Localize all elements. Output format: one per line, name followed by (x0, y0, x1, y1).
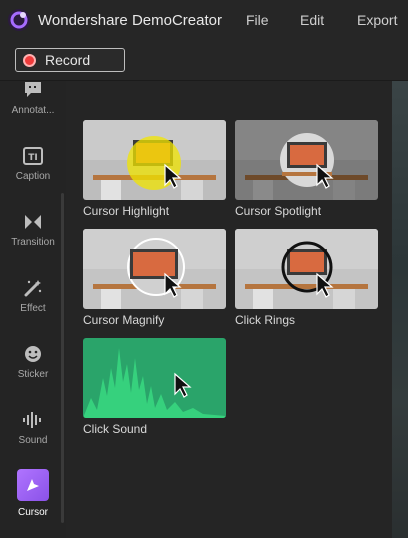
effect-label: Cursor Highlight (83, 204, 170, 218)
sidebar: Annotat... TI Caption Transition Effect (0, 81, 66, 538)
title-bar: Wondershare DemoCreator File Edit Export (0, 0, 408, 40)
transition-icon (25, 215, 41, 229)
sidebar-item-label: Annotat... (11, 105, 55, 116)
sidebar-item-sticker[interactable]: Sticker (0, 345, 66, 380)
effect-label: Cursor Spotlight (235, 204, 322, 218)
effect-click-rings-thumbnail[interactable] (235, 229, 378, 309)
sidebar-item-label: Cursor (17, 507, 48, 518)
sidebar-item-label: Sound (18, 435, 48, 446)
menu-file[interactable]: File (246, 12, 269, 28)
app-title: Wondershare DemoCreator (38, 12, 222, 29)
sidebar-item-label: Effect (20, 303, 46, 314)
sidebar-item-cursor[interactable]: Cursor (0, 469, 66, 518)
sidebar-item-sound[interactable]: Sound (0, 411, 66, 446)
record-label: Record (45, 52, 91, 68)
preview-edge (392, 81, 408, 538)
sound-wave-icon (23, 412, 41, 428)
effect-label: Click Rings (235, 313, 296, 327)
effect-wand-icon (24, 280, 42, 297)
effect-label: Cursor Magnify (83, 313, 165, 327)
effect-click-sound-thumbnail[interactable] (83, 338, 226, 418)
record-button[interactable]: Record (15, 48, 125, 72)
effect-cursor-magnify-thumbnail[interactable] (83, 229, 226, 309)
sidebar-item-label: Caption (15, 171, 51, 182)
democreator-logo-icon (8, 9, 30, 31)
toolbar: Record (0, 40, 408, 81)
sidebar-item-caption[interactable]: TI Caption (0, 147, 66, 182)
sidebar-item-effect[interactable]: Effect (0, 279, 66, 314)
sidebar-item-annotation[interactable]: Annotat... (0, 81, 66, 116)
sidebar-item-transition[interactable]: Transition (0, 213, 66, 248)
sticker-icon (25, 346, 41, 362)
cursor-icon (27, 479, 39, 491)
record-dot-icon (23, 53, 36, 67)
effect-label: Click Sound (83, 422, 148, 436)
sidebar-item-label: Sticker (17, 369, 49, 380)
svg-text:TI: TI (28, 153, 38, 163)
sidebar-item-label: Transition (11, 237, 55, 248)
menu-export[interactable]: Export (357, 12, 397, 28)
annotation-icon (25, 82, 41, 97)
caption-icon: TI (23, 147, 43, 165)
menu-edit[interactable]: Edit (300, 12, 324, 28)
effect-cursor-spotlight-thumbnail[interactable] (235, 120, 378, 200)
effect-cursor-highlight-thumbnail[interactable] (83, 120, 226, 200)
cursor-active-indicator (17, 469, 49, 501)
